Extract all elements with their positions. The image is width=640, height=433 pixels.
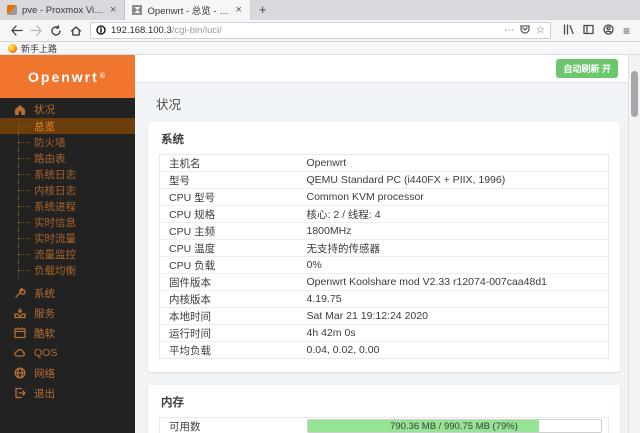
sidebar-item-network[interactable]: 网络 xyxy=(0,363,135,383)
browser-tab-luci[interactable]: Openwrt - 总览 - LuCI × xyxy=(125,0,251,20)
sidebar-item-processes[interactable]: 系统进程 xyxy=(0,198,135,214)
sidebar-menu: 状况 总览 防火墙 路由表 系统日志 内核日志 系统进程 实时信息 实时流量 流… xyxy=(0,98,135,403)
table-row: CPU 型号 Common KVM processor xyxy=(159,188,609,206)
table-row: 可用数 790.36 MB / 990.75 MB (79%) xyxy=(160,418,609,433)
apps-icon xyxy=(14,327,26,339)
bookmark-star-icon[interactable]: ☆ xyxy=(536,25,545,36)
pocket-icon[interactable] xyxy=(520,24,530,37)
page-actions-icon[interactable]: ⋯ xyxy=(504,25,514,36)
sidebar-item-load-balance[interactable]: 负载均衡 xyxy=(0,262,135,278)
sidebar-item-logout[interactable]: 退出 xyxy=(0,383,135,403)
tab-title: Openwrt - 总览 - LuCI xyxy=(147,6,230,17)
sidebar-item-kernel-log[interactable]: 内核日志 xyxy=(0,182,135,198)
page-scrollbar[interactable] xyxy=(628,55,640,433)
memory-available-bar: 790.36 MB / 990.75 MB (79%) xyxy=(306,419,602,433)
table-row: CPU 规格 核心: 2 / 线程: 4 xyxy=(159,205,609,223)
table-row: 本地时间 Sat Mar 21 19:12:24 2020 xyxy=(159,307,609,325)
browser-tab-proxmox[interactable]: pve - Proxmox Virtual Envi × xyxy=(0,0,126,20)
forward-button[interactable] xyxy=(26,22,46,40)
logout-icon xyxy=(14,387,26,399)
table-row: 型号 QEMU Standard PC (i440FX + PIIX, 1996) xyxy=(159,171,609,189)
sidebar-item-system-log[interactable]: 系统日志 xyxy=(0,166,135,182)
tab-close-icon[interactable]: × xyxy=(109,4,117,16)
openwrt-logo: Openwrt ® xyxy=(0,55,135,98)
logo-mark: ® xyxy=(99,73,107,80)
url-text[interactable]: 192.168.100.3/cgi-bin/luci/ xyxy=(111,25,499,36)
globe-icon xyxy=(14,367,26,379)
system-card: 系统 主机名 Openwrt 型号 QEMU Standard PC (i440FX… xyxy=(148,122,620,372)
sidebar-item-realtime-info[interactable]: 实时信息 xyxy=(0,214,135,230)
content-header: 自动刷新 开 xyxy=(135,55,640,83)
memory-table: 可用数 790.36 MB / 990.75 MB (79%) 空闲数 xyxy=(159,417,609,433)
tab-close-icon[interactable]: × xyxy=(234,4,242,16)
proxmox-favicon xyxy=(7,5,17,15)
url-path: /cgi-bin/luci/ xyxy=(171,25,222,36)
sidebar-item-overview[interactable]: 总览 xyxy=(0,118,135,134)
sidebar-item-firewall[interactable]: 防火墙 xyxy=(0,134,135,150)
firefox-bookmark-icon xyxy=(8,43,17,53)
sidebar-item-label: 状况 xyxy=(34,104,55,116)
tools-icon xyxy=(14,287,26,299)
account-icon[interactable] xyxy=(603,22,614,40)
table-row: CPU 负载 0% xyxy=(159,256,609,274)
sidebar-item-traffic-monitor[interactable]: 流量监控 xyxy=(0,246,135,262)
menu-icon[interactable]: ≡ xyxy=(623,24,630,38)
table-row: 主机名 Openwrt xyxy=(169,157,347,170)
table-row: CPU 温度 无支持的传感器 xyxy=(159,239,609,257)
table-row: 运行时间 4h 42m 0s xyxy=(159,324,609,342)
reload-button[interactable] xyxy=(46,22,66,40)
table-row: 平均负载 0.04, 0.02, 0.00 xyxy=(159,341,609,359)
progress-label: 790.36 MB / 990.75 MB (79%) xyxy=(390,420,518,432)
sidebar-item-services[interactable]: 服务 xyxy=(0,303,135,323)
services-icon xyxy=(14,307,26,319)
scrollbar-thumb[interactable] xyxy=(631,71,638,117)
sidebar-item-koolshare[interactable]: 酷软 xyxy=(0,323,135,343)
auto-refresh-toggle[interactable]: 自动刷新 开 xyxy=(556,59,618,78)
url-host: 192.168.100.3 xyxy=(111,25,172,36)
page-title: 状况 xyxy=(156,98,182,112)
sidebar-toggle-icon[interactable] xyxy=(583,22,594,40)
cloud-icon xyxy=(14,347,26,359)
tab-bar: pve - Proxmox Virtual Envi × Openwrt - 总… xyxy=(0,0,640,20)
table-row: 固件版本 Openwrt Koolshare mod V2.33 r12074-0… xyxy=(159,273,609,291)
library-icon[interactable] xyxy=(563,22,574,40)
luci-favicon xyxy=(132,5,143,15)
back-button[interactable] xyxy=(6,22,26,40)
sidebar-item-status[interactable]: 状况 xyxy=(0,101,135,118)
bookmark-item[interactable]: 新手上路 xyxy=(21,42,57,55)
sidebar-item-qos[interactable]: QOS xyxy=(0,343,135,363)
url-bar[interactable]: 192.168.100.3/cgi-bin/luci/ ⋯ ☆ xyxy=(90,22,551,39)
table-row: 内核版本 4.19.75 xyxy=(159,290,609,308)
home-button[interactable] xyxy=(66,22,86,40)
memory-card: 内存 可用数 790.36 MB / 990.75 MB (79%) 空闲数 xyxy=(148,385,620,433)
sidebar-item-realtime-traffic[interactable]: 实时流量 xyxy=(0,230,135,246)
new-tab-button[interactable]: + xyxy=(251,0,275,20)
site-info-icon[interactable] xyxy=(96,22,106,40)
tab-title: pve - Proxmox Virtual Envi xyxy=(22,4,104,16)
tree-line xyxy=(18,125,30,127)
bookmarks-bar: 新手上路 xyxy=(0,42,640,55)
system-section-title: 系统 xyxy=(161,134,184,146)
logo-text: Openwrt xyxy=(28,68,99,85)
sidebar-item-routes[interactable]: 路由表 xyxy=(0,150,135,166)
memory-section-title: 内存 xyxy=(161,397,184,409)
system-table: 主机名 Openwrt 型号 QEMU Standard PC (i440FX + … xyxy=(159,154,609,359)
sidebar-item-system[interactable]: 系统 xyxy=(0,283,135,303)
sidebar: Openwrt ® 状况 总览 防火墙 路由表 系统日志 内核日志 系统进程 实时… xyxy=(0,55,135,433)
navigation-toolbar: 192.168.100.3/cgi-bin/luci/ ⋯ ☆ ≡ xyxy=(0,20,640,42)
table-row: CPU 主频 1800MHz xyxy=(159,222,609,240)
main-content: 自动刷新 开 状况 系统 主机名 Openwrt 型号 QEMU Standard … xyxy=(135,55,640,433)
home-icon xyxy=(14,104,26,116)
